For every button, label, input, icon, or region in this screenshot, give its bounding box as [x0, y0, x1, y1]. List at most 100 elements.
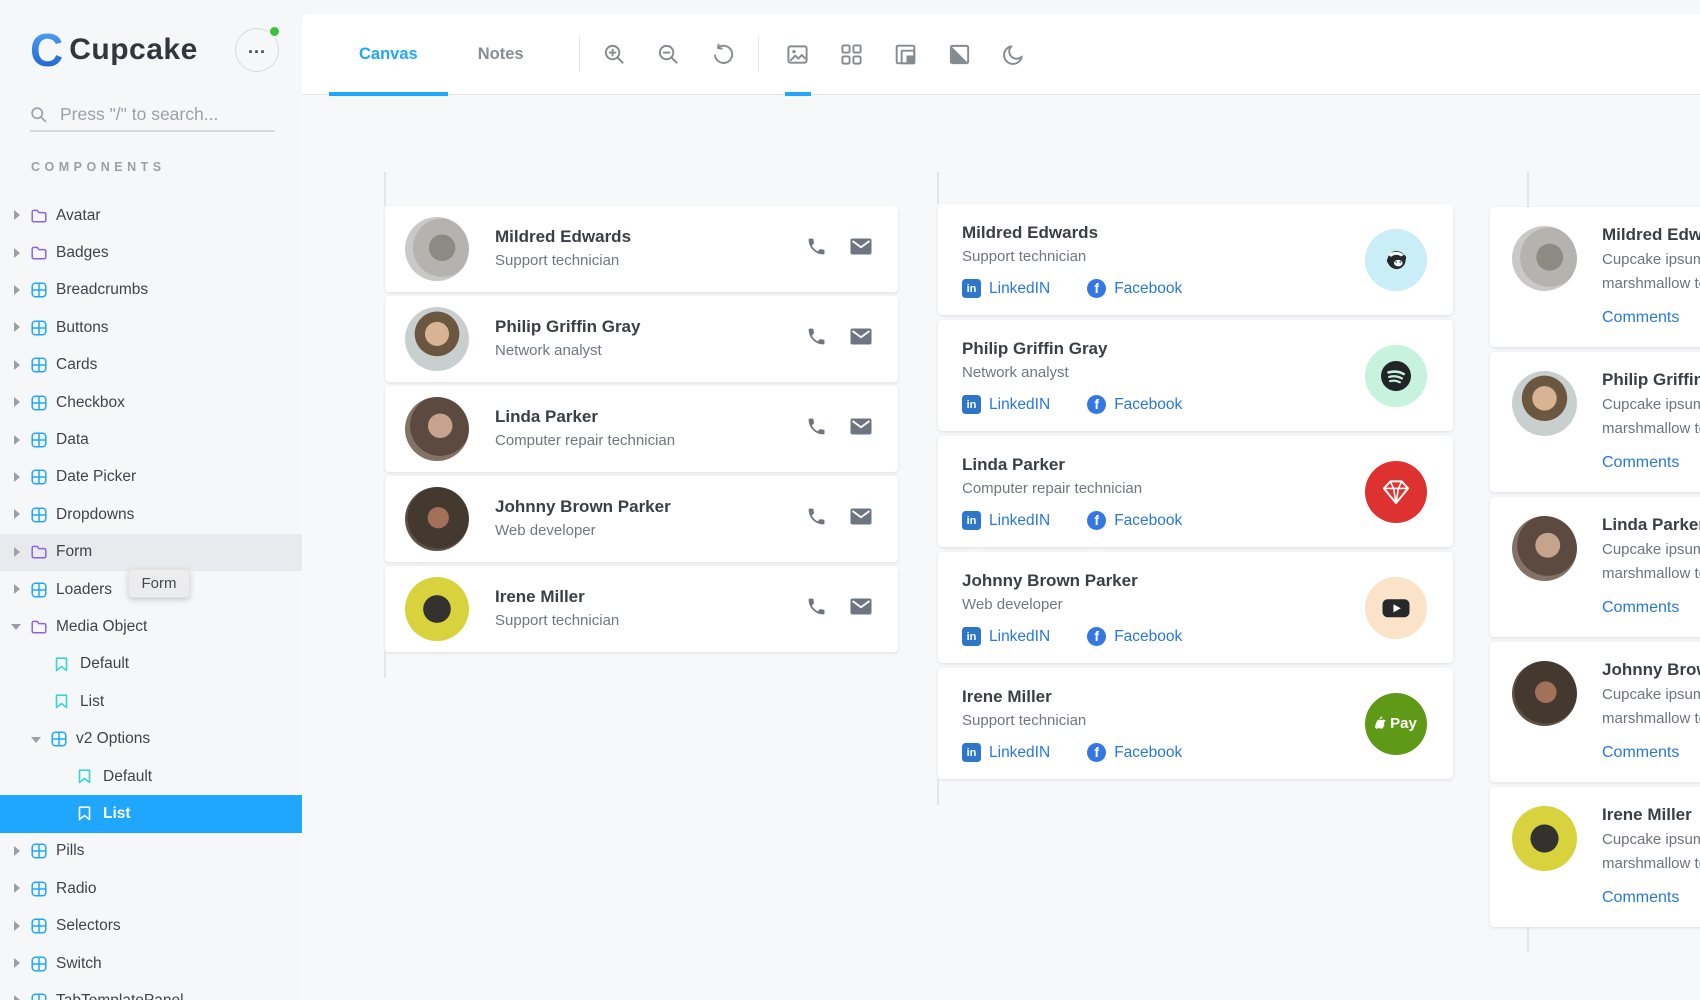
sidebar-story-v2-default[interactable]: Default	[0, 758, 302, 795]
sidebar-item-v2-options[interactable]: v2 Options	[0, 720, 302, 757]
chevron-right-icon[interactable]	[13, 211, 22, 220]
chevron-down-icon[interactable]	[13, 622, 22, 631]
zoom-reset-button[interactable]	[710, 14, 736, 95]
sidebar-item-checkbox[interactable]: Checkbox	[0, 384, 302, 421]
phone-button[interactable]	[806, 596, 827, 622]
sidebar-item-radio[interactable]: Radio	[0, 870, 302, 907]
zoom-out-button[interactable]	[656, 14, 682, 95]
contrast-toggle-button[interactable]	[947, 14, 973, 95]
linkedin-link[interactable]: inLinkedIN	[962, 511, 1050, 530]
component-icon	[31, 918, 47, 934]
sidebar-item-data[interactable]: Data	[0, 421, 302, 458]
chevron-right-icon[interactable]	[13, 510, 22, 519]
tab-notes[interactable]: Notes	[448, 14, 554, 95]
chevron-right-icon[interactable]	[13, 398, 22, 407]
facebook-icon: f	[1087, 279, 1106, 298]
facebook-label: Facebook	[1114, 396, 1182, 414]
contact-row: Philip Griffin GrayNetwork analyst	[385, 296, 898, 382]
comments-link[interactable]: Comments	[1602, 744, 1679, 762]
dark-mode-button[interactable]	[1001, 14, 1027, 95]
chevron-right-icon[interactable]	[13, 996, 22, 1000]
comments-link[interactable]: Comments	[1602, 309, 1679, 327]
chevron-right-icon[interactable]	[13, 548, 22, 557]
comment-text-line: Cupcake ipsum dolor sit	[1602, 393, 1700, 418]
comments-link[interactable]: Comments	[1602, 454, 1679, 472]
chevron-right-icon[interactable]	[13, 585, 22, 594]
sidebar-item-avatar[interactable]: Avatar	[0, 197, 302, 234]
sidebar-story-v2-list[interactable]: List	[0, 795, 302, 832]
avatar	[405, 217, 469, 281]
ellipsis-icon: ...	[248, 42, 266, 58]
tab-canvas[interactable]: Canvas	[329, 14, 448, 95]
sidebar-item-tabtemplatepanel[interactable]: TabTemplatePanel	[0, 982, 302, 1000]
linkedin-link[interactable]: inLinkedIN	[962, 279, 1050, 298]
chevron-right-icon[interactable]	[13, 847, 22, 856]
email-button[interactable]	[850, 418, 872, 440]
email-button[interactable]	[850, 238, 872, 260]
linkedin-link[interactable]: inLinkedIN	[962, 743, 1050, 762]
search-box[interactable]	[30, 98, 275, 132]
sidebar-item-dropdowns[interactable]: Dropdowns	[0, 496, 302, 533]
contact-row: Irene MillerSupport technician	[385, 566, 898, 652]
sidebar-story-list[interactable]: List	[0, 683, 302, 720]
background-toggle-button[interactable]	[785, 14, 811, 95]
phone-button[interactable]	[806, 326, 827, 352]
facebook-link[interactable]: fFacebook	[1087, 743, 1182, 762]
chevron-right-icon[interactable]	[13, 249, 22, 258]
sidebar-item-cards[interactable]: Cards	[0, 347, 302, 384]
sidebar-item-label: List	[103, 805, 131, 823]
facebook-link[interactable]: fFacebook	[1087, 511, 1182, 530]
sidebar-item-switch[interactable]: Switch	[0, 945, 302, 982]
sidebar-item-label: Badges	[56, 244, 109, 262]
phone-button[interactable]	[806, 416, 827, 442]
facebook-link[interactable]: fFacebook	[1087, 627, 1182, 646]
chevron-right-icon[interactable]	[13, 286, 22, 295]
sidebar-item-label: Default	[103, 768, 152, 786]
story-bookmark-icon	[55, 694, 71, 710]
chevron-down-icon[interactable]	[33, 735, 42, 744]
grid-toggle-button[interactable]	[839, 14, 865, 95]
email-button[interactable]	[850, 598, 872, 620]
shortcuts-menu-button[interactable]: ...	[235, 28, 279, 72]
phone-button[interactable]	[806, 236, 827, 262]
chevron-right-icon[interactable]	[13, 361, 22, 370]
zoom-in-button[interactable]	[602, 14, 628, 95]
chevron-right-icon[interactable]	[13, 959, 22, 968]
story-bookmark-icon	[55, 656, 71, 672]
chevron-right-icon[interactable]	[13, 323, 22, 332]
sidebar-item-selectors[interactable]: Selectors	[0, 907, 302, 944]
sidebar-item-media-object[interactable]: Media Object	[0, 608, 302, 645]
sidebar-item-pills[interactable]: Pills	[0, 833, 302, 870]
chevron-right-icon[interactable]	[13, 473, 22, 482]
facebook-link[interactable]: fFacebook	[1087, 279, 1182, 298]
email-button[interactable]	[850, 508, 872, 530]
person-role: Computer repair technician	[495, 430, 806, 453]
linkedin-link[interactable]: inLinkedIN	[962, 627, 1050, 646]
comment-row: Linda Parker Cupcake ipsum dolor sit mar…	[1490, 497, 1700, 637]
component-icon	[31, 993, 47, 1000]
sidebar-item-date-picker[interactable]: Date Picker	[0, 459, 302, 496]
facebook-icon: f	[1087, 627, 1106, 646]
person-role: Web developer	[962, 594, 1427, 617]
sidebar-item-label: TabTemplatePanel	[56, 992, 184, 1000]
sidebar-item-badges[interactable]: Badges	[0, 234, 302, 271]
size-toggle-button[interactable]	[893, 14, 919, 95]
chevron-right-icon[interactable]	[13, 436, 22, 445]
comments-link[interactable]: Comments	[1602, 599, 1679, 617]
sidebar-story-default[interactable]: Default	[0, 646, 302, 683]
component-icon	[31, 507, 47, 523]
sidebar-item-breadcrumbs[interactable]: Breadcrumbs	[0, 272, 302, 309]
avatar	[1512, 516, 1577, 581]
sidebar-item-buttons[interactable]: Buttons	[0, 309, 302, 346]
sidebar-item-label: v2 Options	[76, 730, 150, 748]
search-input[interactable]	[60, 104, 260, 125]
phone-button[interactable]	[806, 506, 827, 532]
brand-title: Cupcake	[69, 33, 198, 67]
comments-link[interactable]: Comments	[1602, 889, 1679, 907]
chevron-right-icon[interactable]	[13, 922, 22, 931]
sidebar-item-form[interactable]: Form	[0, 534, 302, 571]
facebook-link[interactable]: fFacebook	[1087, 395, 1182, 414]
chevron-right-icon[interactable]	[13, 884, 22, 893]
linkedin-link[interactable]: inLinkedIN	[962, 395, 1050, 414]
email-button[interactable]	[850, 328, 872, 350]
